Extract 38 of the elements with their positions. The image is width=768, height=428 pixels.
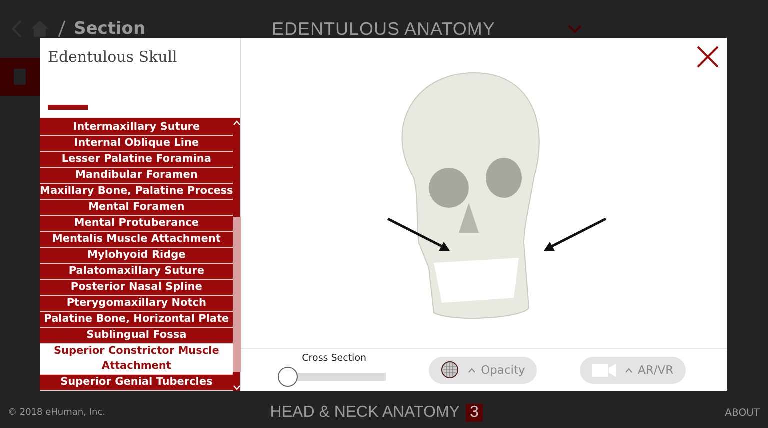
pointer-arrow	[543, 218, 607, 252]
structure-list-item[interactable]: Superior Genial Tubercles	[40, 375, 234, 391]
caret-up-icon	[625, 368, 634, 372]
structure-list-item[interactable]: Superior Constrictor Muscle Attachment	[40, 344, 234, 375]
separator-icon	[58, 20, 66, 38]
structure-list-item[interactable]: Pterygomaxillary Notch	[40, 296, 234, 312]
home-icon[interactable]	[30, 20, 50, 38]
cross-section-label: Cross Section	[302, 352, 367, 364]
structure-list-item[interactable]: Mylohyoid Ridge	[40, 248, 234, 264]
scrollbar-thumb[interactable]	[233, 216, 242, 372]
structure-list-item[interactable]: Mentalis Muscle Attachment	[40, 232, 234, 248]
sphere-icon	[441, 361, 460, 379]
slider-thumb[interactable]	[278, 366, 298, 386]
structure-list-item[interactable]: Mental Foramen	[40, 200, 234, 216]
book-icon	[13, 68, 27, 86]
structure-list-item[interactable]: Palatomaxillary Suture	[40, 264, 234, 280]
structure-list-item[interactable]: Posterior Nasal Spline	[40, 280, 234, 296]
about-link[interactable]: ABOUT	[725, 408, 760, 418]
pointer-arrow	[387, 218, 451, 252]
copyright: © 2018 eHuman, Inc.	[8, 408, 107, 418]
structure-list-item[interactable]: Internal Oblique Line	[40, 136, 234, 152]
scroll-down-icon[interactable]	[233, 385, 242, 391]
structure-list-item[interactable]: Intermaxillary Suture	[40, 120, 234, 136]
modal-title: Edentulous Skull	[48, 48, 178, 66]
scroll-up-icon[interactable]	[233, 120, 242, 126]
close-icon[interactable]	[697, 46, 719, 68]
structure-list-item[interactable]: Lesser Palatine Foramina	[40, 152, 234, 168]
breadcrumb[interactable]: Section	[74, 19, 264, 39]
structure-list-item[interactable]: Mandibular Foramen	[40, 168, 234, 184]
page-title: EDENTULOUS ANATOMY	[272, 18, 496, 40]
volume-badge: 3	[466, 404, 483, 422]
structure-list-item[interactable]: Maxillary Bone, Palatine Process	[40, 184, 234, 200]
video-camera-icon	[592, 362, 616, 378]
structure-list-item[interactable]: Palatine Bone, Horizontal Plate	[40, 312, 234, 328]
accent-bar	[48, 105, 88, 110]
caret-up-icon	[468, 368, 476, 372]
structure-list-item[interactable]: Mental Protuberance	[40, 216, 234, 232]
book-title: HEAD & NECK ANATOMY	[270, 404, 460, 422]
